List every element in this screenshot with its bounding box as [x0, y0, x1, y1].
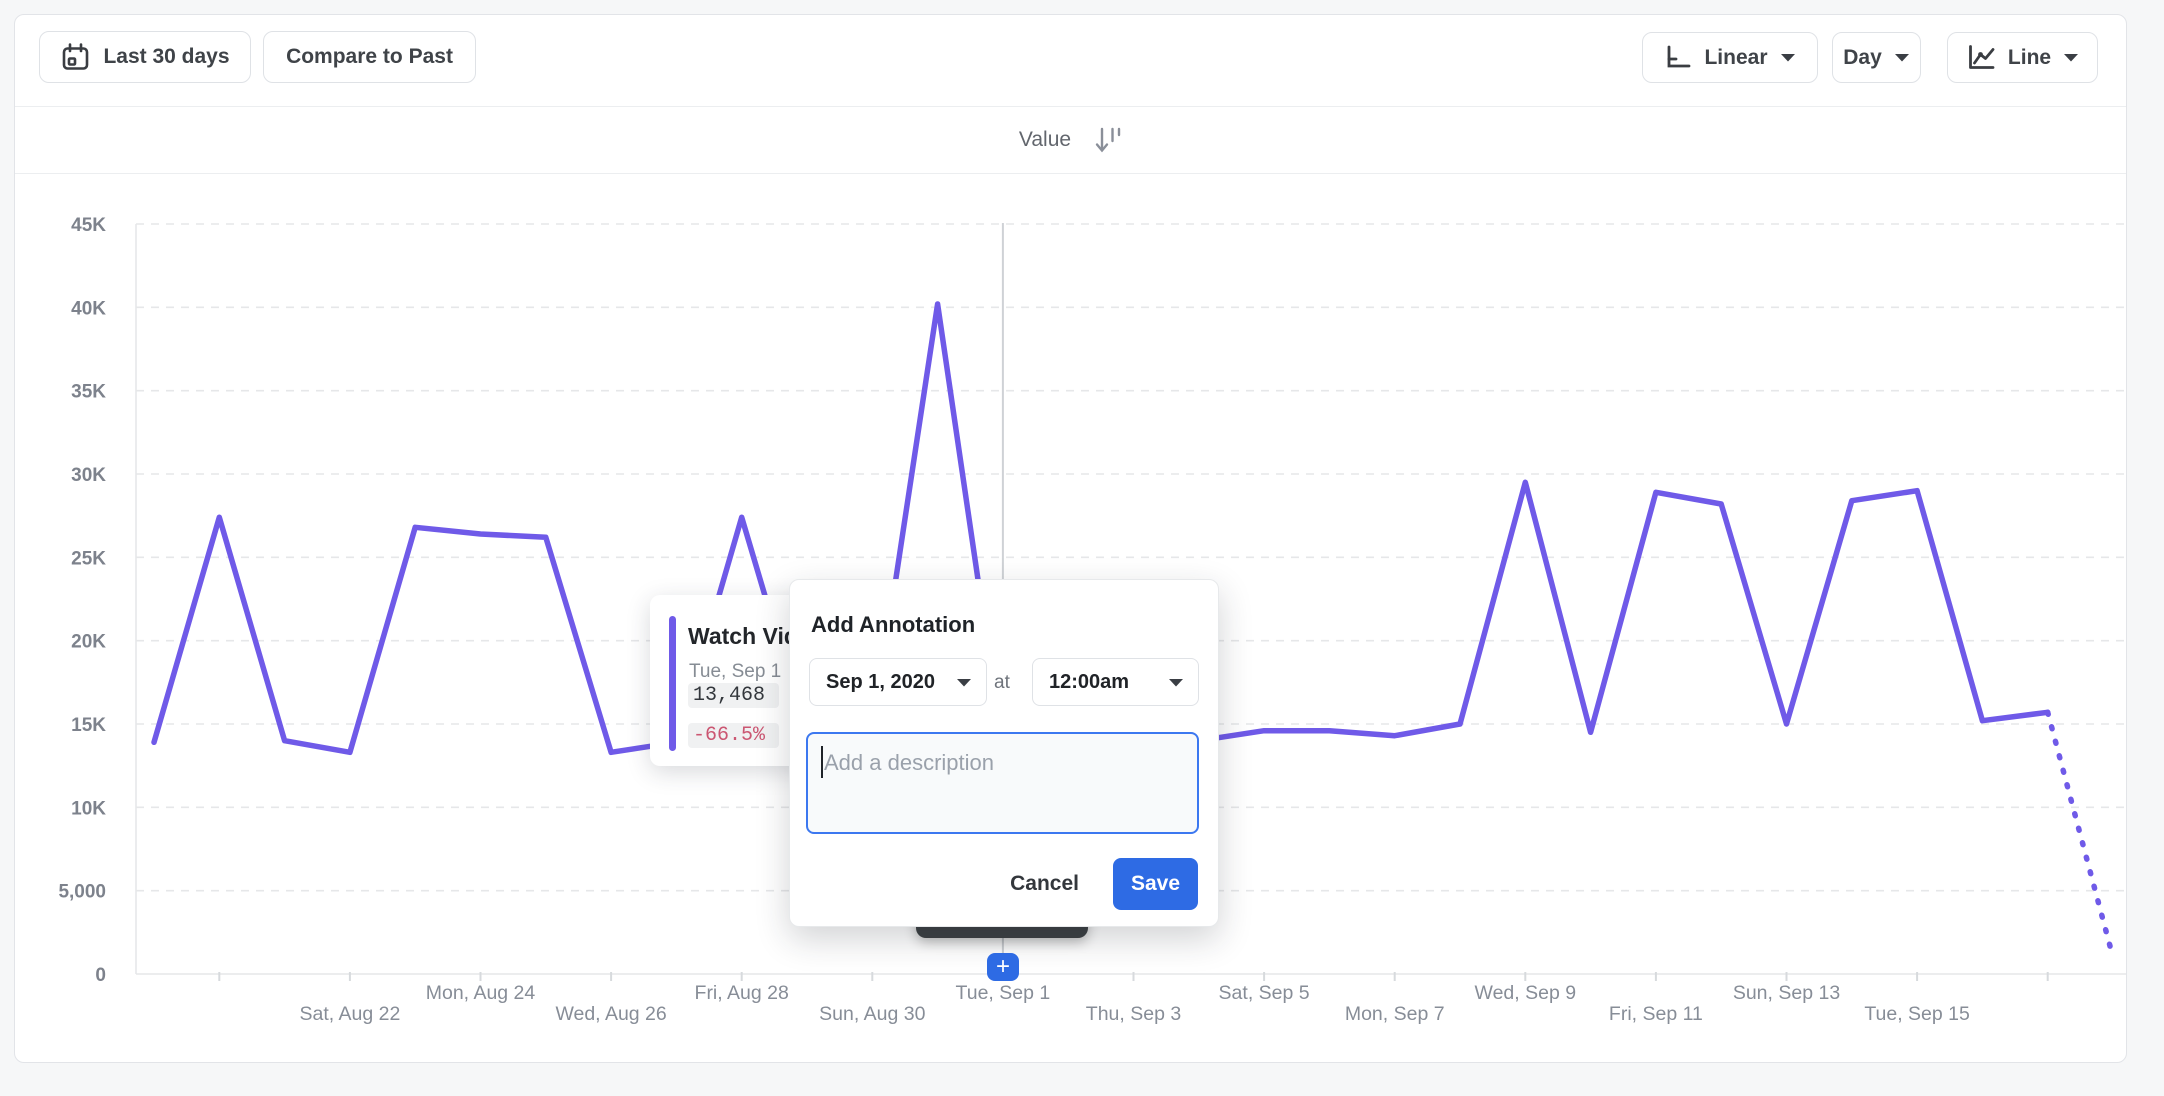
compare-label: Compare to Past — [286, 45, 453, 69]
tooltip-change: -66.5% — [688, 723, 779, 748]
x-axis-label: Tue, Sep 15 — [1864, 1003, 1970, 1025]
y-axis-label: 35K — [71, 382, 106, 403]
chevron-down-icon — [2063, 53, 2079, 62]
x-axis-label: Mon, Aug 24 — [426, 982, 536, 1004]
description-placeholder: Add a description — [824, 750, 994, 776]
value-column-label: Value — [1019, 128, 1071, 152]
scale-label: Linear — [1704, 46, 1767, 70]
date-range-button[interactable]: Last 30 days — [39, 31, 251, 83]
x-axis-label: Mon, Sep 7 — [1345, 1003, 1445, 1025]
date-range-label: Last 30 days — [103, 45, 229, 69]
scale-dropdown[interactable]: Linear — [1642, 32, 1818, 83]
modal-title: Add Annotation — [811, 612, 975, 638]
annotation-date-value: Sep 1, 2020 — [826, 671, 935, 694]
value-header: Value — [15, 107, 2126, 173]
chart-type-dropdown[interactable]: Line — [1947, 32, 2098, 83]
y-axis-label: 20K — [71, 632, 106, 653]
save-button[interactable]: Save — [1113, 858, 1198, 910]
calendar-icon — [60, 42, 91, 73]
y-axis-label: 40K — [71, 298, 106, 319]
y-axis-label: 10K — [71, 798, 106, 819]
x-axis-label: Sat, Aug 22 — [299, 1003, 400, 1025]
x-axis-label: Thu, Sep 3 — [1086, 1003, 1181, 1025]
axes-icon — [1664, 44, 1692, 71]
y-axis-label: 0 — [95, 965, 106, 986]
y-axis-label: 45K — [71, 215, 106, 236]
at-label: at — [994, 672, 1010, 694]
sort-descending-icon[interactable] — [1095, 126, 1122, 155]
x-axis-label: Fri, Sep 11 — [1609, 1003, 1703, 1025]
interval-dropdown[interactable]: Day — [1832, 32, 1921, 83]
y-axis-label: 25K — [71, 548, 106, 569]
interval-label: Day — [1843, 46, 1882, 70]
x-axis-label: Wed, Sep 9 — [1475, 982, 1577, 1004]
x-axis-label: Tue, Sep 1 — [956, 982, 1051, 1004]
cancel-button[interactable]: Cancel — [1010, 872, 1079, 896]
chevron-down-icon — [956, 678, 972, 687]
add-annotation-modal: Add Annotation Sep 1, 2020 at 12:00am Ad… — [789, 579, 1219, 927]
tooltip-accent-bar — [669, 616, 676, 751]
x-axis-label: Sun, Aug 30 — [819, 1003, 925, 1025]
annotation-time-select[interactable]: 12:00am — [1032, 658, 1199, 706]
x-axis-label: Fri, Aug 28 — [695, 982, 789, 1004]
data-line-incomplete-dotted — [2048, 712, 2113, 957]
chevron-down-icon — [1168, 678, 1184, 687]
line-chart-icon — [1966, 44, 1996, 71]
analytics-card: Last 30 days Compare to Past Linear Day … — [14, 14, 2127, 1063]
chevron-down-icon — [1780, 53, 1796, 62]
annotation-date-select[interactable]: Sep 1, 2020 — [809, 658, 987, 706]
compare-to-past-button[interactable]: Compare to Past — [263, 31, 476, 83]
chart-type-label: Line — [2008, 46, 2051, 70]
annotation-time-value: 12:00am — [1049, 671, 1129, 694]
text-cursor — [821, 746, 823, 778]
tooltip-series-name: Watch Vid — [688, 623, 798, 650]
add-annotation-button[interactable]: + — [987, 953, 1019, 981]
annotation-description-input[interactable]: Add a description — [806, 732, 1199, 834]
x-axis-label: Wed, Aug 26 — [555, 1003, 666, 1025]
y-axis-label: 15K — [71, 715, 106, 736]
tooltip-date: Tue, Sep 1 — [689, 661, 781, 683]
y-axis-label: 30K — [71, 465, 106, 486]
y-axis-label: 5,000 — [58, 882, 106, 903]
chevron-down-icon — [1894, 53, 1910, 62]
x-axis-label: Sat, Sep 5 — [1219, 982, 1310, 1004]
x-axis-label: Sun, Sep 13 — [1733, 982, 1840, 1004]
tooltip-value: 13,468 — [688, 683, 779, 708]
